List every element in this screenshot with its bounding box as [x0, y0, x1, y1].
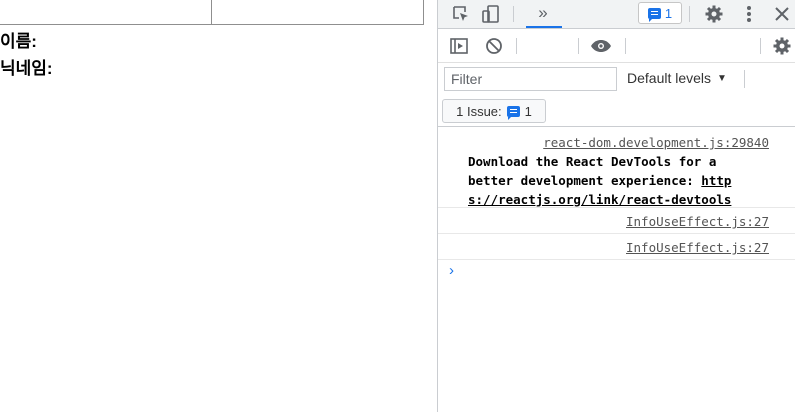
page-viewport: 이름: 닉네임:: [0, 0, 437, 412]
console-settings-gear-icon[interactable]: [770, 35, 794, 57]
message-text: Download the React DevTools for a better…: [468, 154, 717, 188]
react-devtools-link-cont[interactable]: s://reactjs.org/link/react-devtools: [468, 192, 731, 207]
issues-badge[interactable]: 1: [638, 2, 682, 24]
more-tabs-button[interactable]: »: [528, 2, 558, 24]
name-label: 이름:: [0, 32, 37, 51]
source-link[interactable]: InfoUseEffect.js:27: [626, 214, 769, 229]
active-tab-indicator: [526, 26, 562, 28]
settings-gear-icon[interactable]: [702, 2, 726, 26]
more-options-icon[interactable]: [738, 2, 760, 26]
show-sidebar-icon[interactable]: [448, 36, 470, 56]
console-message: InfoUseEffect.js:27: [438, 208, 795, 234]
nickname-input[interactable]: [211, 0, 424, 25]
source-link[interactable]: react-dom.development.js:29840: [543, 135, 769, 150]
console-toolbar: top ▼: [438, 29, 795, 82]
issues-button-count: 1: [524, 103, 532, 119]
source-link[interactable]: InfoUseEffect.js:27: [626, 240, 769, 255]
eye-icon[interactable]: [588, 36, 614, 56]
console-message-text: Download the React DevTools for a better…: [468, 152, 768, 209]
clear-console-icon[interactable]: [483, 36, 505, 56]
issues-button-label: 1 Issue:: [456, 103, 502, 119]
issues-badge-count: 1: [664, 5, 673, 21]
message-icon: [647, 7, 661, 22]
chevron-double-right-icon: »: [538, 3, 548, 22]
log-levels-dropdown[interactable]: Default levels ▼: [627, 70, 727, 86]
console-prompt-icon[interactable]: ›: [449, 262, 454, 279]
log-levels-label: Default levels: [627, 70, 712, 86]
issues-button[interactable]: 1 Issue: 1: [442, 99, 546, 123]
close-icon[interactable]: [771, 2, 793, 26]
console-message: react-dom.development.js:29840 Download …: [438, 127, 795, 208]
react-devtools-link[interactable]: http: [701, 173, 731, 188]
message-icon: [506, 105, 520, 120]
devtools-panel: » 1 top ▼: [437, 0, 795, 412]
name-input[interactable]: [0, 0, 212, 25]
triangle-down-icon: ▼: [717, 72, 727, 84]
device-toolbar-icon[interactable]: [480, 3, 502, 25]
nickname-label: 닉네임:: [0, 59, 53, 78]
devtools-tab-bar: » 1: [438, 0, 795, 29]
inspect-element-icon[interactable]: [450, 3, 472, 25]
filter-input[interactable]: Filter: [444, 67, 617, 91]
console-message: InfoUseEffect.js:27: [438, 234, 795, 260]
